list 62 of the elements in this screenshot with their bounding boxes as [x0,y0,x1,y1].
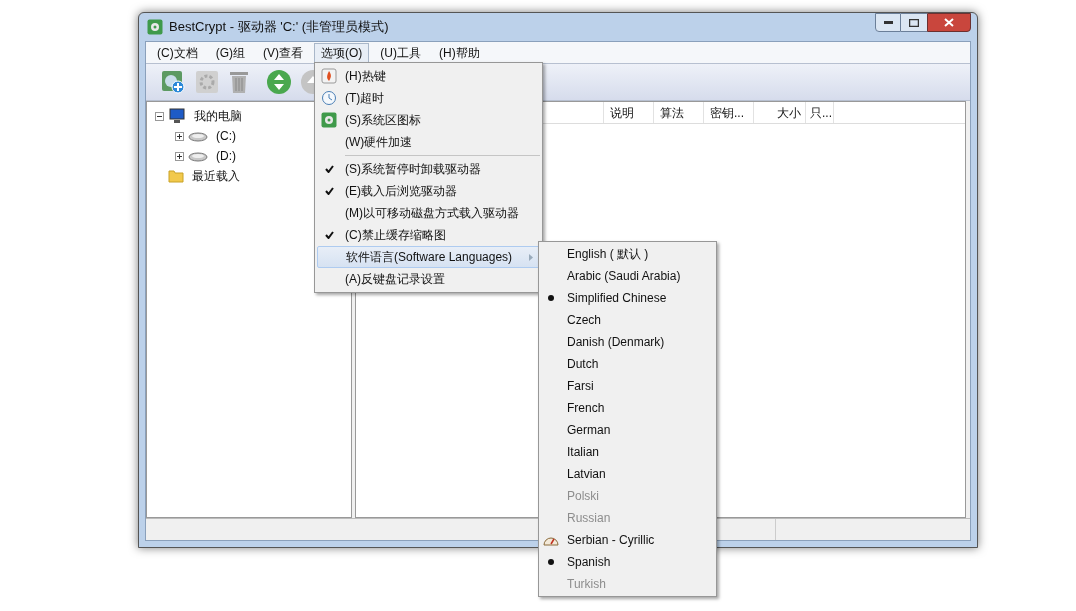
menu-item[interactable]: German [539,419,716,441]
radio-bullet-icon [548,559,554,565]
column-header[interactable]: 大小 [754,102,806,123]
menu-item[interactable]: (E)载入后浏览驱动器 [317,180,540,202]
menu-item[interactable]: Dutch [539,353,716,375]
menu-item[interactable]: Latvian [539,463,716,485]
tree-item[interactable]: 最近载入 [188,167,240,185]
column-header[interactable]: 算法 [654,102,704,123]
clock-icon [321,90,337,106]
minimize-button[interactable] [875,13,901,32]
menu-item[interactable]: (C)禁止缓存缩略图 [317,224,540,246]
folder-icon [168,168,184,184]
menu-item[interactable]: (T)超时 [317,87,540,109]
tree-item[interactable]: (C:) [212,127,236,145]
menu-item[interactable]: Arabic (Saudi Arabia) [539,265,716,287]
menu-item[interactable]: (G)组 [208,42,252,63]
menu-item[interactable]: (H)热键 [317,65,540,87]
menu-item[interactable]: (W)硬件加速 [317,131,540,153]
column-header[interactable]: 说明 [604,102,654,123]
column-header[interactable]: 密钥... [704,102,754,123]
menu-item[interactable]: Czech [539,309,716,331]
menu-item[interactable]: Spanish [539,551,716,573]
maximize-button[interactable] [901,13,927,32]
add-disk-icon[interactable] [160,69,186,95]
menu-item[interactable]: Danish (Denmark) [539,331,716,353]
computer-icon [168,108,186,124]
window-title: BestCrypt - 驱动器 'C:' (非管理员模式) [169,18,389,37]
menu-item[interactable]: (H)帮助 [432,42,487,63]
menu-item[interactable]: Simplified Chinese [539,287,716,309]
flame-icon [321,68,337,84]
menu-item[interactable]: (S)系统区图标 [317,109,540,131]
tree-item[interactable]: 我的电脑 [190,107,242,125]
expand-toggle[interactable] [175,151,184,161]
menu-item[interactable]: (V)查看 [256,42,310,63]
menu-item[interactable]: Italian [539,441,716,463]
drive-icon [188,149,208,163]
menu-item[interactable]: French [539,397,716,419]
menu-item[interactable]: (U)工具 [373,42,428,63]
tree-item[interactable]: (D:) [212,147,236,165]
menu-item[interactable]: English ( 默认 ) [539,243,716,265]
close-button[interactable] [927,13,971,32]
column-header[interactable]: 只... [806,102,834,123]
menu-item[interactable]: Serbian - Cyrillic [539,529,716,551]
checkmark-icon [324,165,334,173]
expand-toggle[interactable] [175,131,184,141]
radio-bullet-icon [548,295,554,301]
app-icon [147,19,163,35]
checkmark-icon [324,187,334,195]
drive-icon [188,129,208,143]
menu-item[interactable]: (A)反键盘记录设置 [317,268,540,290]
menu-item[interactable]: (S)系统暂停时卸载驱动器 [317,158,540,180]
menu-item[interactable]: Farsi [539,375,716,397]
minimize-icon [883,21,893,24]
menu-item[interactable]: (C)文档 [150,42,205,63]
checkmark-icon [324,231,334,239]
menu-item[interactable]: (M)以可移动磁盘方式载入驱动器 [317,202,540,224]
collapse-toggle[interactable] [155,111,164,121]
close-icon [944,18,954,27]
menu-item[interactable]: 选项(O) [314,42,370,63]
maximize-icon [909,18,919,27]
submenu-arrow-icon [529,253,533,261]
up-down-icon[interactable] [266,69,292,95]
